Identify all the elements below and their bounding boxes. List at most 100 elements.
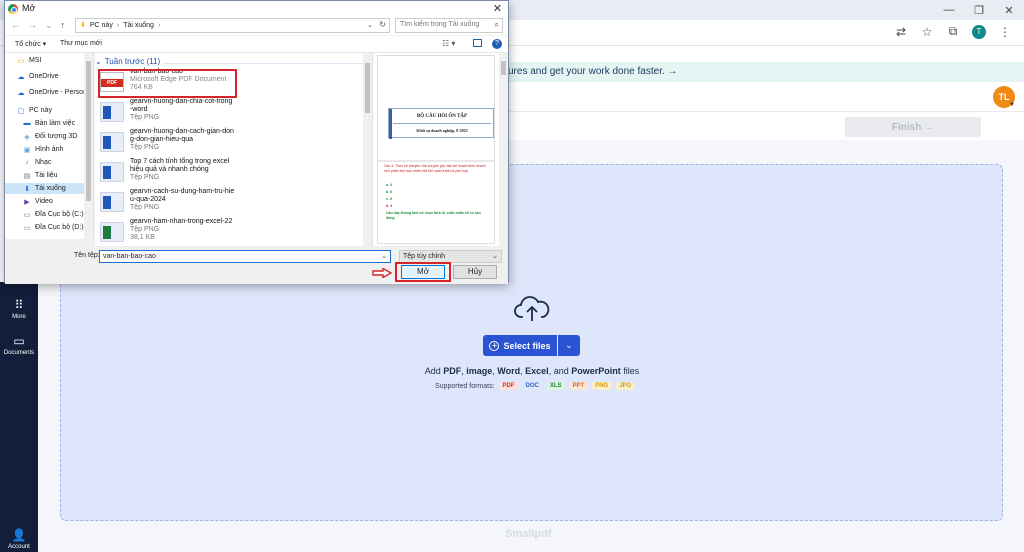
add-line-part: PDF [443, 366, 462, 376]
preview-answer: d. 3 [386, 204, 393, 208]
group-header-label: Tuần trước (11) [104, 57, 161, 66]
file-list: gearvn-ham-nhan-trong-excel-22 Tệp PNG 38,… [95, 53, 372, 246]
file-name: hiệu quả và nhanh chóng [130, 166, 209, 173]
nav-item-label: Hình ảnh [35, 146, 64, 153]
file-name: Top 7 cách tính tổng trong excel [130, 158, 230, 165]
smallpdf-watermark: Smallpdf [505, 528, 552, 540]
cancel-button[interactable]: Hủy [453, 265, 497, 279]
select-files-button[interactable]: + Select files [483, 335, 557, 356]
rail-item-more[interactable]: ⠿ More [0, 298, 38, 320]
preview-pane: BỘ CÂU HỎI ÔN TẬP Khởi sự doanh nghiệp, … [372, 53, 508, 246]
music-icon: ♪ [25, 159, 29, 166]
rail-item-documents[interactable]: ▭ Documents [0, 334, 38, 356]
up-arrow-icon[interactable]: ↑ [61, 20, 66, 31]
select-files-dropdown[interactable]: ⌄ [558, 335, 580, 356]
cube-icon: ◈ [24, 133, 30, 141]
finish-button[interactable]: Finish → [845, 117, 981, 137]
translate-icon[interactable]: ⇄ [894, 25, 908, 39]
preview-pane-icon[interactable] [473, 39, 482, 47]
file-item[interactable]: gearvn-cach-su-dung-ham-tru-hie u-qua-202… [100, 188, 355, 218]
download-folder-icon: ⬇ [80, 22, 86, 29]
forward-arrow-icon[interactable]: → [28, 20, 37, 31]
rail-label: Account [8, 544, 30, 550]
nav-item-label: Nhạc [35, 159, 52, 166]
rail-item-account[interactable]: 👤 Account [0, 528, 38, 550]
nav-item[interactable]: ⬇ Tải xuống [5, 183, 85, 194]
extensions-icon[interactable]: ⧉ [946, 24, 960, 39]
open-file-dialog: Mở ✕ ← → ⌄ ↑ ⬇ PC này › Tải xuống › ⌄ ↻ Tìm … [4, 0, 509, 284]
nav-item[interactable]: ▭ MSI [17, 55, 93, 66]
help-icon[interactable]: ? [492, 39, 502, 49]
filename-label: Tên tệp: [74, 252, 100, 259]
file-kind: Tệp PNG [130, 226, 160, 233]
preview-title: BỘ CÂU HỎI ÔN TẬP [393, 109, 491, 124]
chevron-down-icon: ⌄ [492, 253, 498, 260]
preview-answer: c. 5 [386, 197, 392, 201]
xls-file-icon [100, 222, 124, 242]
dialog-toolbar: Tổ chức ▾ Thư mục mới ☷ ▾ ? [5, 36, 508, 53]
add-line-part: Word [497, 366, 521, 376]
maximize-icon[interactable]: ❐ [964, 0, 994, 20]
open-button-highlight [395, 262, 451, 282]
preview-title-box: BỘ CÂU HỎI ÔN TẬP Khởi sự doanh nghiệp, … [388, 108, 494, 139]
nav-item-label: Video [35, 198, 53, 205]
supported-formats-label: Supported formats: [435, 382, 495, 390]
back-arrow-icon[interactable]: ← [11, 20, 20, 31]
bookmark-star-icon[interactable]: ☆ [920, 25, 934, 39]
new-folder-button[interactable]: Thư mục mới [60, 40, 102, 47]
group-header[interactable]: ⌄ Tuần trước (11) [95, 57, 160, 66]
navigation-pane: ⌂Mạng▭Đĩa Cục bộ (D:)▭Đĩa Cục bộ (C:)▶Vi… [5, 53, 94, 246]
file-name: g-don-gian-hieu-qua [130, 136, 194, 143]
chevron-down-icon[interactable]: ⌄ [381, 252, 387, 260]
preview-answer: b. 6 [386, 190, 393, 194]
file-item[interactable]: gearvn-ham-nhan-trong-excel-22 Tệp PNG 38,… [100, 218, 355, 246]
breadcrumb[interactable]: ⬇ PC này › Tải xuống › ⌄ ↻ [75, 18, 390, 33]
nav-item[interactable]: ▢ PC này [17, 105, 93, 116]
format-badge: JPG [616, 382, 635, 390]
nav-item-label: Đối tượng 3D [35, 133, 78, 140]
supported-formats: Supported formats: PDF DOC XLS PPT PNG JPG [435, 382, 635, 390]
chevron-down-icon[interactable]: ⌄ [45, 20, 53, 31]
profile-icon[interactable]: T [972, 24, 986, 39]
file-name: gearvn-ham-nhan-trong-excel-22 [130, 218, 233, 225]
nav-item-label: Đĩa Cục bộ (D:) [35, 224, 84, 231]
filetype-value: Tệp tùy chỉnh [403, 253, 446, 260]
file-item[interactable]: Top 7 cách tính tổng trong excel hiệu quả… [100, 158, 355, 188]
nav-item-label: Tải xuống [35, 185, 66, 192]
organize-button[interactable]: Tổ chức ▾ [15, 40, 46, 48]
chevron-down-icon[interactable]: ⌄ [367, 21, 373, 29]
desktop-icon: ▬ [23, 120, 31, 127]
file-item[interactable]: gearvn-huong-dan-cach-gian-don g-don-gian… [100, 128, 355, 158]
refresh-icon[interactable]: ↻ [379, 20, 386, 29]
format-badge: PDF [499, 382, 518, 390]
breadcrumb-item-downloads[interactable]: Tải xuống [123, 22, 154, 29]
rail-label: Documents [3, 350, 35, 356]
nav-hscrollbar[interactable] [5, 239, 94, 246]
preview-scrollbar[interactable] [499, 53, 508, 246]
file-name: u-qua-2024 [130, 196, 166, 203]
breadcrumb-item-pc[interactable]: PC này [90, 22, 113, 29]
search-placeholder: Tìm kiếm trong Tải xuống [400, 21, 480, 28]
filename-input[interactable]: van-ban-bao-cao ⌄ [99, 250, 391, 263]
preview-answer: a. 4 [386, 183, 392, 187]
banner-text[interactable]: ures and get your work done faster. → [508, 66, 678, 77]
preview-subtitle: Khởi sự doanh nghiệp, 8-2023 [416, 128, 468, 133]
search-input[interactable]: Tìm kiếm trong Tải xuống ⌕ [395, 18, 503, 33]
minimize-icon[interactable]: — [934, 0, 964, 20]
nav-item-label: MSI [29, 57, 42, 64]
browser-toolbar-icons: ⇄ ☆ ⧉ T ⋮ [894, 24, 1012, 39]
view-options-icon[interactable]: ☷ ▾ [442, 39, 455, 48]
menu-icon[interactable]: ⋮ [998, 25, 1012, 39]
close-icon[interactable]: ✕ [493, 2, 502, 15]
nav-item[interactable]: ☁ OneDrive - Persor [17, 87, 93, 98]
file-item[interactable]: gearvn-huong-dan-chia-cot-trong -word Tệp … [100, 98, 355, 128]
nav-item[interactable]: ☁ OneDrive [17, 71, 93, 82]
nav-scrollbar[interactable] [84, 53, 93, 246]
add-line-part: Add [424, 366, 444, 376]
nav-item-label: OneDrive [29, 73, 59, 80]
select-files-label: Select files [503, 340, 551, 351]
computer-icon: ▢ [17, 107, 25, 115]
close-icon[interactable]: ✕ [994, 0, 1024, 20]
file-scrollbar[interactable] [363, 53, 372, 246]
format-badge: PNG [592, 382, 612, 390]
